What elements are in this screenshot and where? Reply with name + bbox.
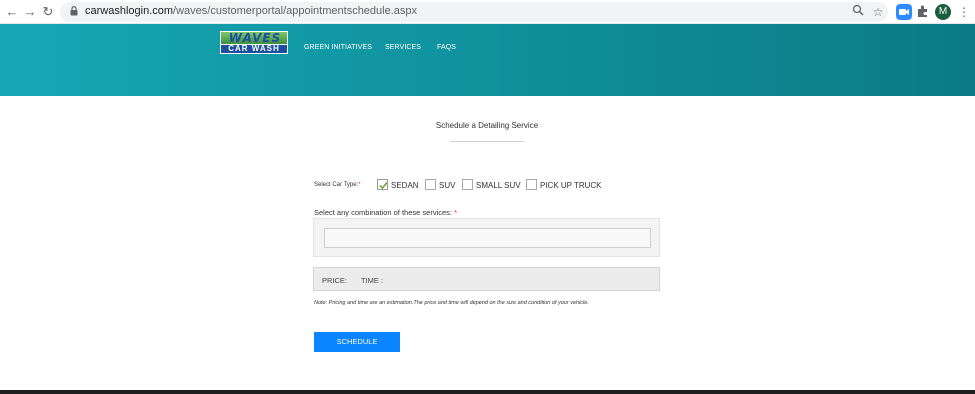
waves-car-wash-logo[interactable]: WAVES CAR WASH (220, 31, 288, 54)
lock-icon (70, 6, 78, 16)
nav-green-initiatives[interactable]: GREEN INITIATIVES (304, 44, 372, 51)
reload-icon[interactable]: ↻ (40, 4, 56, 20)
bookmark-star-icon[interactable]: ☆ (870, 4, 886, 20)
checkbox-suv[interactable] (425, 179, 436, 190)
car-type-label: Select Car Type:* (314, 182, 361, 188)
option-label-small-suv[interactable]: SMALL SUV (476, 181, 521, 190)
schedule-button[interactable]: SCHEDULE (314, 332, 400, 352)
logo-waves-text: WAVES (228, 31, 282, 45)
nav-faqs[interactable]: FAQS (437, 44, 456, 51)
option-label-pick-up-truck[interactable]: PICK UP TRUCK (540, 181, 602, 190)
page-title: Schedule a Detailing Service (435, 121, 539, 130)
required-mark: * (454, 208, 458, 217)
logo-top-band: WAVES (220, 31, 288, 45)
price-time-summary: PRICE: TIME : (313, 267, 660, 291)
forward-arrow-icon[interactable]: → (22, 4, 38, 20)
page-footer (0, 390, 975, 394)
checkbox-sedan[interactable] (377, 179, 388, 190)
browser-toolbar: ← → ↻ carwashlogin.com/waves/customerpor… (0, 0, 975, 24)
logo-bottom-band: CAR WASH (220, 44, 288, 54)
url-host: carwashlogin.com (85, 5, 174, 17)
nav-services[interactable]: SERVICES (385, 44, 421, 51)
estimation-note: Note: Pricing and time are an estimation… (314, 300, 589, 306)
car-type-label-text: Select Car Type: (314, 182, 359, 188)
title-divider (450, 141, 524, 142)
zoom-search-icon[interactable] (850, 4, 866, 20)
services-select-input[interactable] (324, 228, 651, 248)
time-label: TIME : (361, 276, 384, 285)
checkbox-small-suv[interactable] (462, 179, 473, 190)
services-label-text: Select any combination of these services… (314, 208, 452, 217)
video-icon[interactable] (896, 4, 912, 20)
browser-menu-icon[interactable]: ⋮ (956, 4, 972, 20)
price-label: PRICE: (322, 276, 348, 285)
checkbox-pick-up-truck[interactable] (526, 179, 537, 190)
required-mark: * (358, 182, 361, 188)
address-bar[interactable]: carwashlogin.com/waves/customerportal/ap… (60, 2, 888, 22)
site-header: WAVES CAR WASH GREEN INITIATIVES SERVICE… (0, 24, 975, 96)
option-label-suv[interactable]: SUV (439, 181, 455, 190)
url-path: /waves/customerportal/appointmentschedul… (173, 5, 418, 17)
url-text: carwashlogin.com/waves/customerportal/ap… (85, 5, 417, 17)
extensions-puzzle-icon[interactable] (915, 4, 931, 20)
services-panel (313, 218, 660, 257)
profile-avatar[interactable]: M (935, 4, 951, 20)
logo-car-wash-text: CAR WASH (228, 44, 280, 53)
option-label-sedan[interactable]: SEDAN (391, 181, 419, 190)
checkmark-icon (379, 181, 388, 190)
services-label: Select any combination of these services… (314, 208, 457, 217)
back-arrow-icon[interactable]: ← (4, 4, 20, 20)
